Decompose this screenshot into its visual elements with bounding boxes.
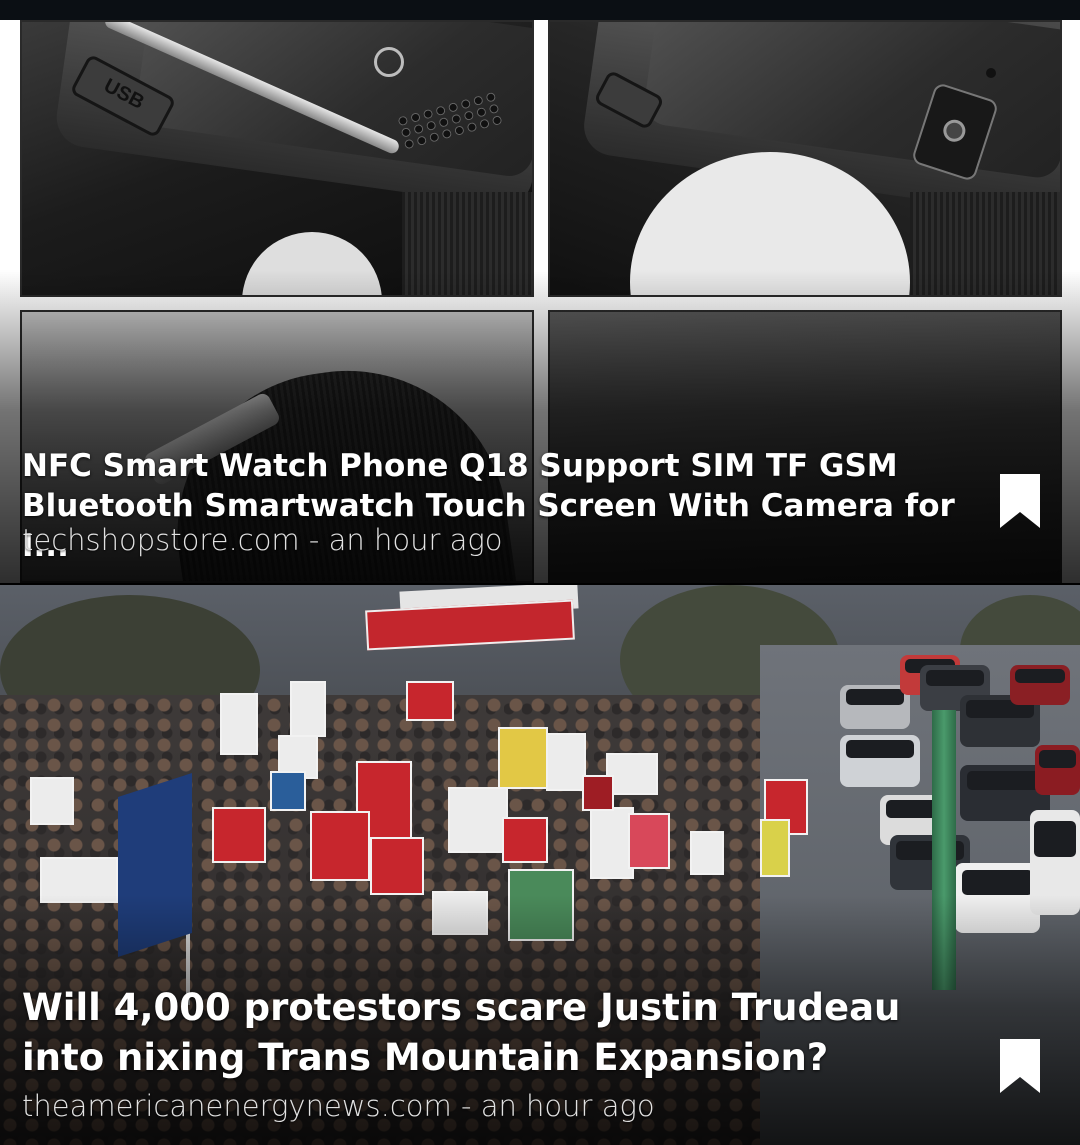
- meta-separator: -: [308, 523, 320, 557]
- protest-sign: [502, 817, 548, 863]
- protest-sign: [212, 807, 266, 863]
- article-meta: techshopstore.com - an hour ago: [22, 523, 503, 557]
- article-time: an hour ago: [480, 1089, 655, 1123]
- car: [840, 685, 910, 729]
- status-bar: [0, 0, 1080, 20]
- camera-lens-icon: [940, 116, 969, 145]
- protest-sign: [628, 813, 670, 869]
- protest-sign: [760, 819, 790, 877]
- bookmark-icon[interactable]: [998, 472, 1042, 530]
- protest-sign: [370, 837, 424, 895]
- car: [1035, 745, 1080, 795]
- article-image-panel: USB: [20, 20, 534, 297]
- article-title[interactable]: Will 4,000 protestors scare Justin Trude…: [22, 983, 982, 1083]
- article-card[interactable]: USB NFC Smart Watch Phone Q18 Support SI…: [0, 20, 1080, 583]
- protest-sign: [270, 771, 306, 811]
- bookmark-icon[interactable]: [998, 1037, 1042, 1095]
- protest-sign: [690, 831, 724, 875]
- protest-sign: [582, 775, 614, 811]
- protest-sign: [546, 733, 586, 791]
- protest-sign: [448, 787, 508, 853]
- protest-sign: [290, 681, 326, 737]
- article-source: theamericanenergynews.com: [22, 1089, 452, 1123]
- article-source: techshopstore.com: [22, 523, 300, 557]
- protest-sign: [310, 811, 370, 881]
- protest-sign: [220, 693, 258, 755]
- protest-sign: [30, 777, 74, 825]
- protest-sign: [498, 727, 548, 789]
- article-meta: theamericanenergynews.com - an hour ago: [22, 1089, 655, 1123]
- sensor-icon: [374, 47, 404, 77]
- camera-dot: [986, 68, 996, 78]
- article-image-panel: [548, 20, 1062, 297]
- article-card[interactable]: Will 4,000 protestors scare Justin Trude…: [0, 585, 1080, 1145]
- meta-separator: -: [461, 1089, 472, 1123]
- car: [840, 735, 920, 787]
- protest-sign: [406, 681, 454, 721]
- article-time: an hour ago: [328, 523, 503, 557]
- car: [1010, 665, 1070, 705]
